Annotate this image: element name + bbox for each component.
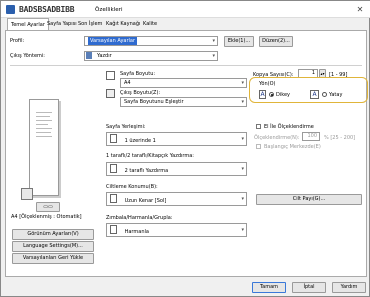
finishing-label: Zımbala/Harmanla/Grupla: — [106, 215, 173, 221]
chevron-down-icon: ▾ — [241, 196, 244, 202]
chevron-down-icon: ▾ — [241, 99, 244, 105]
profile-edit-button[interactable]: Düzen(2)... — [259, 36, 293, 47]
profile-value: Varsayılan Ayarlar — [88, 37, 138, 45]
chevron-down-icon: ▾ — [212, 53, 215, 59]
language-settings-button[interactable]: Language Settings(M)... — [12, 241, 94, 252]
page-size-select[interactable]: A4 ▾ — [120, 78, 247, 88]
page-size-label: Sayfa Boyutu: — [120, 71, 156, 77]
preview-toggle-button[interactable]: ▭▭ — [36, 202, 60, 212]
preview-caption: A4 [Ölçeklenmiş : Otomatik] — [11, 214, 82, 220]
close-icon[interactable]: ✕ — [354, 4, 366, 15]
duplex-value: 2 taraflı Yazdırma — [124, 168, 169, 174]
page-layout-label: Sayfa Yerleşimi: — [106, 124, 146, 130]
scaling-label: Ölçeklendirme(N): — [254, 135, 300, 141]
finishing-value: Harmanla — [124, 229, 149, 235]
page-size-value: A4 — [124, 80, 131, 86]
duplex-label: 1 taraflı/2 taraflı/Kitapçık Yazdırma: — [106, 153, 194, 159]
landscape-icon: A — [310, 90, 319, 99]
page-size-icon — [106, 71, 115, 80]
duplex-icon — [110, 164, 117, 173]
divider — [10, 65, 362, 66]
restore-defaults-button[interactable]: Varsayılanları Geri Yükle — [12, 253, 94, 264]
tab-quality[interactable]: Kalite — [140, 19, 160, 30]
print-icon — [86, 52, 92, 59]
collate-icon — [110, 225, 117, 234]
copies-icon — [21, 188, 33, 200]
cancel-button[interactable]: İptal — [292, 282, 326, 293]
title-bar: BADSBSADBIBB Özellikleri ✕ — [1, 1, 370, 18]
manual-scaling-label: El İle Ölçeklendirme — [264, 124, 314, 130]
printer-icon — [6, 5, 15, 14]
portrait-radio[interactable] — [269, 92, 274, 97]
booklet-center-label: Başlangıç Merkezde(E) — [264, 144, 321, 150]
chevron-down-icon: ▾ — [241, 80, 244, 86]
profile-add-button[interactable]: Ekle(1)... — [224, 36, 254, 47]
booklet-center-checkbox[interactable] — [256, 144, 261, 149]
page-layout-select[interactable]: 1 üzerinde 1 ▾ — [106, 132, 247, 146]
landscape-label: Yatay — [329, 92, 343, 98]
finishing-select[interactable]: Harmanla ▾ — [106, 223, 247, 237]
output-method-select[interactable]: Yazdır ▾ — [84, 51, 218, 61]
view-settings-button[interactable]: Görünüm Ayarları(V) — [12, 229, 94, 240]
gutter-button[interactable]: Cilt Payı(G)... — [256, 194, 362, 205]
binding-label: Ciltleme Konumu(B): — [106, 184, 158, 190]
help-button[interactable]: Yardım — [332, 282, 366, 293]
chevron-down-icon: ▾ — [241, 166, 244, 172]
manual-scaling-checkbox[interactable] — [256, 124, 261, 129]
chevron-down-icon: ▾ — [212, 38, 215, 44]
scaling-range: % [25 - 200] — [324, 135, 356, 141]
binding-icon — [110, 194, 117, 203]
profile-select[interactable]: Varsayılan Ayarlar ▾ — [84, 36, 218, 46]
printer-name: BADSBSADBIBB — [19, 5, 75, 14]
binding-value: Uzun Kenar [Sol] — [124, 198, 167, 204]
duplex-select[interactable]: 2 taraflı Yazdırma ▾ — [106, 162, 247, 176]
ok-button[interactable]: Tamam — [252, 282, 286, 293]
basic-settings-panel: Profil: Varsayılan Ayarlar ▾ Ekle(1)... D… — [5, 30, 368, 277]
scaling-value: 100 — [307, 133, 317, 139]
chevron-down-icon: ▾ — [241, 227, 244, 233]
scaling-input[interactable]: 100 — [302, 132, 320, 141]
layout-icon — [110, 134, 117, 143]
tab-paper-source[interactable]: Kağıt Kaynağı — [103, 19, 143, 30]
window-title: Özellikleri — [95, 7, 123, 13]
landscape-radio[interactable] — [322, 92, 327, 97]
tab-finishing[interactable]: Son İşlem — [75, 19, 105, 30]
chevron-down-icon: ▾ — [241, 136, 244, 142]
copies-value: 1 — [311, 70, 315, 76]
output-size-icon — [106, 89, 115, 98]
orientation-group — [249, 77, 368, 103]
portrait-icon: A — [259, 90, 266, 99]
properties-window: BADSBSADBIBB Özellikleri ✕ Temel Ayarlar… — [0, 0, 370, 297]
profile-label: Profil: — [10, 38, 25, 44]
output-size-label: Çıkış Boyutu(Z): — [120, 90, 161, 96]
output-method-label: Çıkış Yöntemi: — [10, 53, 45, 59]
output-size-select[interactable]: Sayfa Boyutunu Eşleştir ▾ — [120, 97, 247, 107]
binding-select[interactable]: Uzun Kenar [Sol] ▾ — [106, 192, 247, 206]
portrait-label: Dikey — [276, 92, 290, 98]
page-layout-value: 1 üzerinde 1 — [124, 138, 156, 144]
output-size-value: Sayfa Boyutunu Eşleştir — [124, 99, 184, 105]
page-preview — [29, 99, 59, 196]
